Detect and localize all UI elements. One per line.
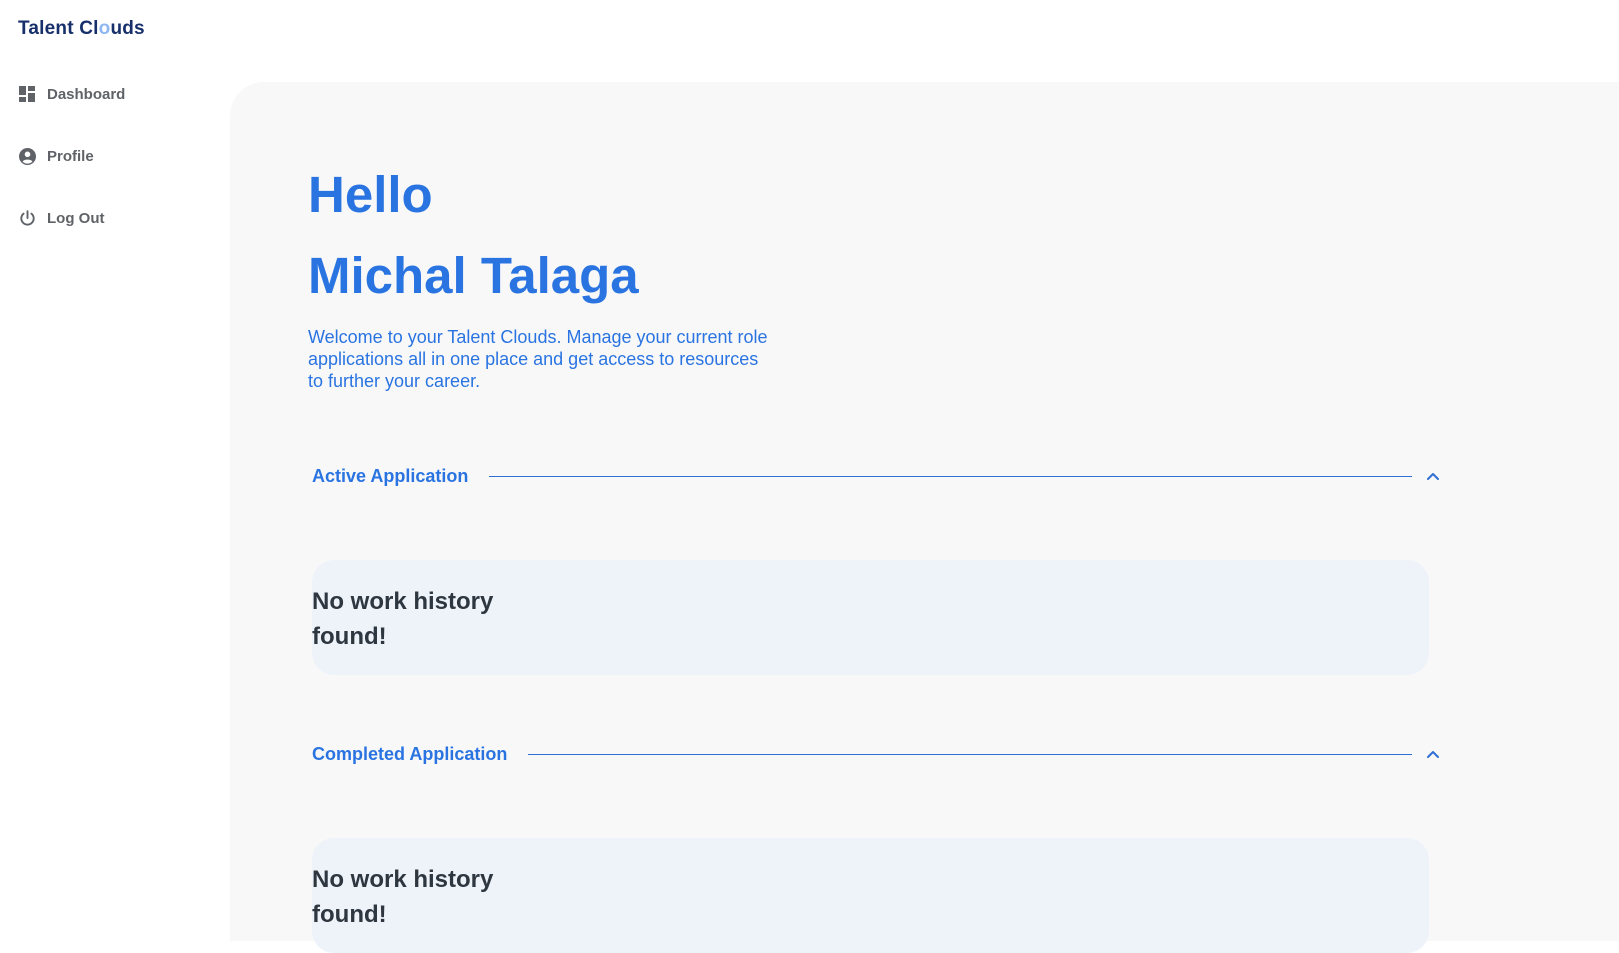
- active-application-header[interactable]: Active Application: [312, 461, 1442, 491]
- main-content: Hello Michal Talaga Welcome to your Tale…: [230, 82, 1619, 953]
- sidebar-item-label: Dashboard: [47, 85, 126, 103]
- account-circle-icon: [18, 147, 36, 165]
- empty-state-message: No work history found!: [312, 588, 494, 650]
- app-logo[interactable]: Talent Clouds: [18, 18, 145, 40]
- power-icon: [18, 209, 36, 227]
- completed-application-header[interactable]: Completed Application: [312, 739, 1442, 769]
- chevron-up-icon[interactable]: [1424, 745, 1442, 763]
- logo-text-part1: Talent Cl: [18, 18, 99, 39]
- active-application-card: No work history found!: [312, 560, 1429, 675]
- section-title: Active Application: [312, 465, 469, 486]
- section-divider: [489, 475, 1412, 477]
- dashboard-icon: [18, 85, 36, 103]
- greeting-user-name: Michal Talaga: [308, 247, 639, 304]
- sidebar-item-logout[interactable]: Log Out: [18, 206, 104, 230]
- logo-text-accent: o: [98, 18, 111, 39]
- greeting-hello: Hello: [308, 166, 433, 223]
- empty-state-message: No work history found!: [312, 866, 494, 928]
- section-title: Completed Application: [312, 743, 508, 764]
- sidebar-item-profile[interactable]: Profile: [18, 144, 94, 168]
- sidebar-item-label: Log Out: [47, 209, 105, 227]
- welcome-text: Welcome to your Talent Clouds. Manage yo…: [308, 327, 768, 391]
- sidebar-item-label: Profile: [47, 147, 94, 165]
- completed-application-card: No work history found!: [312, 838, 1429, 953]
- chevron-up-icon[interactable]: [1424, 467, 1442, 485]
- section-divider: [528, 753, 1412, 755]
- greeting-heading: Hello Michal Talaga: [308, 154, 639, 316]
- logo-text-part2: uds: [110, 18, 145, 39]
- sidebar-item-dashboard[interactable]: Dashboard: [18, 82, 125, 106]
